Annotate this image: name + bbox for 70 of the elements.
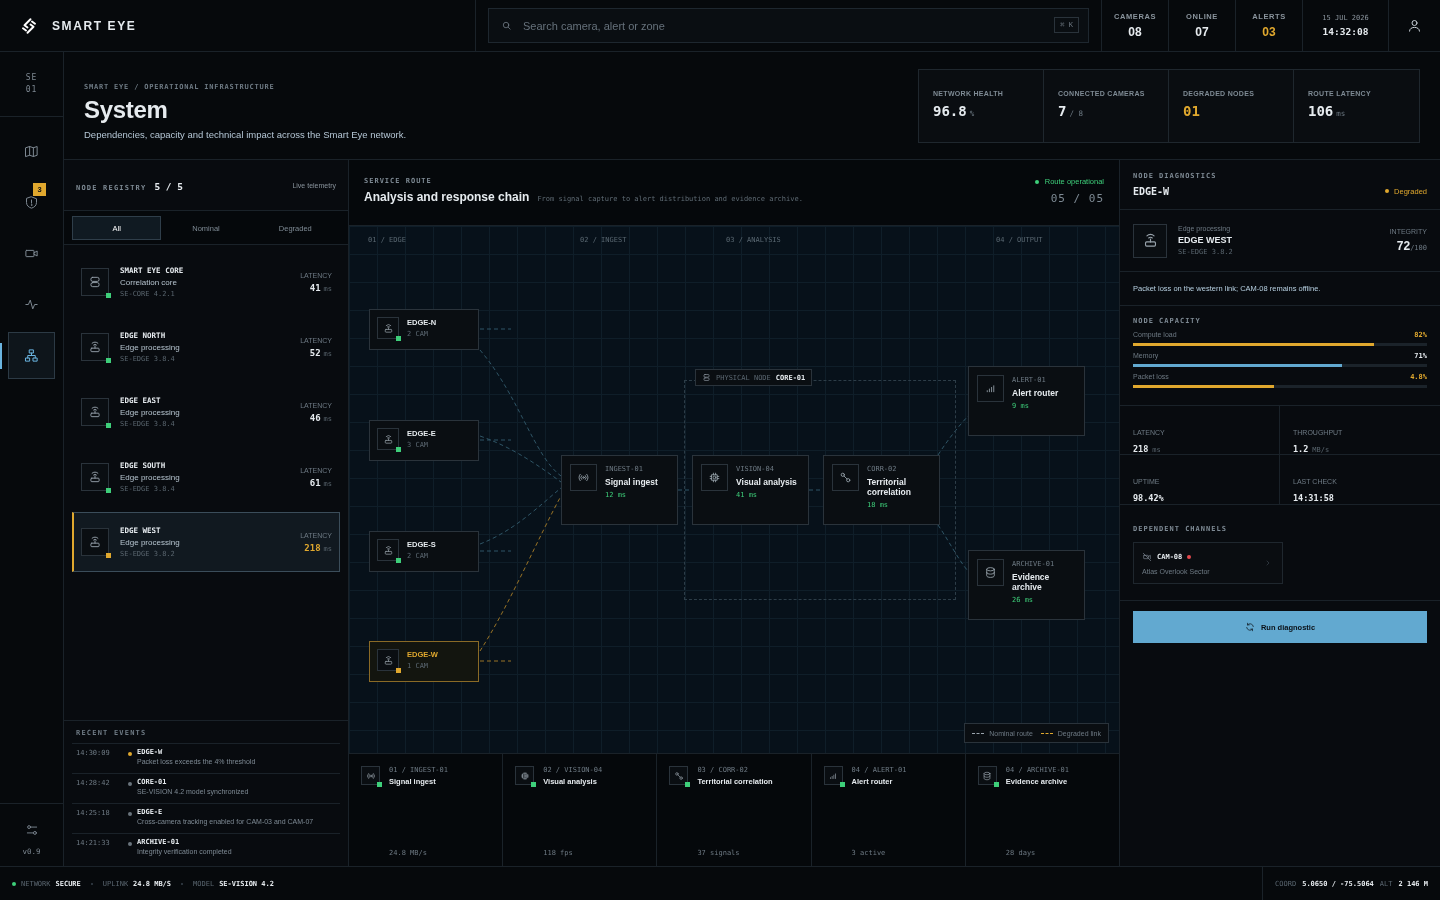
stat-value: 08 <box>1128 25 1142 39</box>
latency-value: 52 <box>309 347 321 358</box>
router-icon <box>88 405 102 419</box>
node-id: EDGE-W <box>1133 186 1171 197</box>
camera-off-icon <box>1142 551 1152 562</box>
workspace-code: SE 01 <box>24 72 39 96</box>
broadcast-icon <box>577 471 590 484</box>
node-title: Territorial correlation <box>867 477 912 498</box>
broadcast-icon <box>365 770 376 781</box>
sliders-icon <box>24 822 39 837</box>
time-text: 14:32:08 <box>1322 26 1369 37</box>
node-role: Edge processing <box>120 408 181 417</box>
logo-icon <box>20 15 38 36</box>
hierarchy-icon <box>24 348 39 363</box>
node-role: Correlation core <box>120 278 178 287</box>
node-title: Visual analysis <box>736 477 797 488</box>
brand-name: SMART EYE <box>52 18 137 33</box>
router-icon <box>382 544 394 556</box>
chip-icon <box>708 471 721 484</box>
kpi-value: 7 <box>1058 103 1067 119</box>
stat-value: 07 <box>1195 25 1209 39</box>
node-name: EDGE WEST <box>1178 235 1233 245</box>
metric-value: 14:31:58 <box>1293 493 1334 503</box>
connector-line <box>937 415 969 456</box>
node-title: Evidence archive <box>1012 572 1051 593</box>
database-icon <box>982 770 993 781</box>
kpi-value: 96.8 <box>933 103 967 119</box>
signal-bars-icon <box>828 770 839 781</box>
page-title: System <box>84 96 169 124</box>
route-count: 05 / 05 <box>1050 192 1104 205</box>
node-role: Edge processing <box>120 343 181 352</box>
connected-nodes-icon <box>673 770 684 781</box>
shield-alert-icon <box>24 195 39 210</box>
refresh-icon <box>1244 622 1255 632</box>
node-count: 5 / 5 <box>154 181 183 192</box>
metric-value: 98.42% <box>1133 493 1164 503</box>
metric-value: 218 <box>1133 444 1149 454</box>
search-icon <box>501 20 512 31</box>
node-role: Edge processing <box>120 473 181 482</box>
latency-value: 46 <box>309 412 321 423</box>
database-icon <box>984 566 997 579</box>
signal-bars-icon <box>984 382 997 395</box>
connected-nodes-icon <box>839 471 852 484</box>
router-icon <box>382 322 394 334</box>
node-title: Alert router <box>1012 388 1059 399</box>
metric-value: 1.2 <box>1293 444 1309 454</box>
router-icon <box>382 433 394 445</box>
server-icon <box>88 275 102 289</box>
page-subtitle: Dependencies, capacity and technical impact across the Smart Eye network. <box>84 129 407 140</box>
node-role: Edge processing <box>120 538 181 547</box>
connector-line <box>937 524 969 572</box>
latency-value: 41 <box>309 282 321 293</box>
latency-value: 61 <box>309 477 321 488</box>
integrity-value: 72 <box>1396 239 1411 253</box>
router-icon <box>88 340 102 354</box>
server-icon <box>702 373 711 382</box>
section-title: Analysis and response chain <box>364 190 530 204</box>
pulse-icon <box>24 297 39 312</box>
kpi-value: 01 <box>1183 103 1200 119</box>
chip-icon <box>519 770 530 781</box>
router-icon <box>88 470 102 484</box>
node-title: Signal ingest <box>605 477 658 488</box>
router-icon <box>382 654 394 666</box>
user-icon <box>1407 18 1422 33</box>
chevron-icon <box>1264 559 1272 567</box>
kpi-value: 106 <box>1308 103 1334 119</box>
router-icon <box>88 535 102 549</box>
stat-value: 03 <box>1262 25 1276 39</box>
map-icon <box>24 144 39 159</box>
latency-value: 218 <box>304 542 321 553</box>
